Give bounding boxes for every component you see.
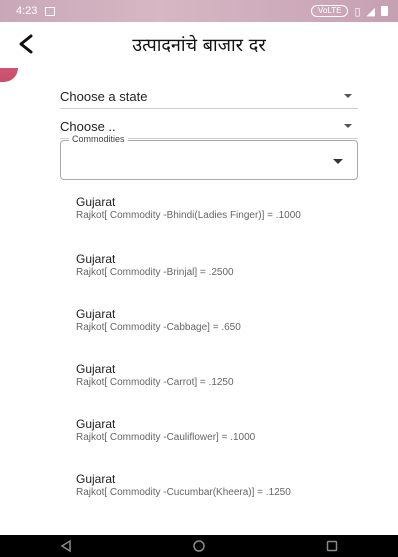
list-item[interactable]: Gujarat Rajkot[ Commodity -Cabbage] = .6… [76,307,366,333]
list-item-detail: Rajkot[ Commodity -Cauliflower] = .1000 [76,432,256,443]
list-item-detail: Rajkot[ Commodity -Bhindi(Ladies Finger)… [76,210,301,221]
vibrate-icon: ▯ [354,5,361,18]
list-item[interactable]: Gujarat Rajkot[ Commodity -Bhindi(Ladies… [76,195,366,221]
system-nav-bar [0,535,398,557]
list-item[interactable]: Gujarat Rajkot[ Commodity -Brinjal] = .2… [76,252,366,278]
page-title: उत्पादनांचे बाजार दर [132,35,266,56]
chevron-down-icon [333,159,343,164]
status-time: 4:23 [16,5,38,17]
status-icons: VoLTE ▯ ◢ [311,5,388,18]
list-item-state: Gujarat [76,362,116,376]
nav-recents-button[interactable] [312,535,352,557]
list-item[interactable]: Gujarat Rajkot[ Commodity -Cucumbar(Khee… [76,472,366,498]
state-dropdown[interactable]: Choose a state [60,84,358,109]
app-toolbar: उत्पादनांचे बाजार दर [0,22,398,68]
list-item-state: Gujarat [76,252,116,266]
list-item-state: Gujarat [76,417,116,431]
list-item[interactable]: Gujarat Rajkot[ Commodity -Cauliflower] … [76,417,366,443]
list-item-detail: Rajkot[ Commodity -Brinjal] = .2500 [76,267,234,278]
district-dropdown-value: Choose .. [60,118,116,134]
nav-home-button[interactable] [179,535,219,557]
status-bar: 4:23 VoLTE ▯ ◢ [0,0,398,22]
back-button[interactable] [10,28,42,60]
list-item-detail: Rajkot[ Commodity -Cabbage] = .650 [76,322,241,333]
list-item[interactable]: Gujarat Rajkot[ Commodity -Carrot] = .12… [76,362,366,388]
state-dropdown-value: Choose a state [60,88,148,104]
signal-icon: ◢ [366,5,375,18]
nav-back-icon [60,539,72,553]
battery-icon [381,6,388,16]
commodities-dropdown[interactable]: Commodities [60,134,358,180]
nav-back-button[interactable] [46,535,86,557]
list-item-detail: Rajkot[ Commodity -Carrot] = .1250 [76,377,234,388]
nav-home-icon [193,540,205,552]
volte-badge: VoLTE [311,5,349,17]
list-item-state: Gujarat [76,195,116,209]
notification-icon [45,6,56,16]
list-item-state: Gujarat [76,472,116,486]
nav-recents-icon [326,540,337,552]
list-item-detail: Rajkot[ Commodity -Cucumbar(Kheera)] = .… [76,487,291,498]
chevron-down-icon [344,124,352,128]
back-arrow-icon [19,34,33,54]
commodities-label: Commodities [69,134,128,144]
list-item-state: Gujarat [76,307,116,321]
chevron-down-icon [344,94,352,98]
